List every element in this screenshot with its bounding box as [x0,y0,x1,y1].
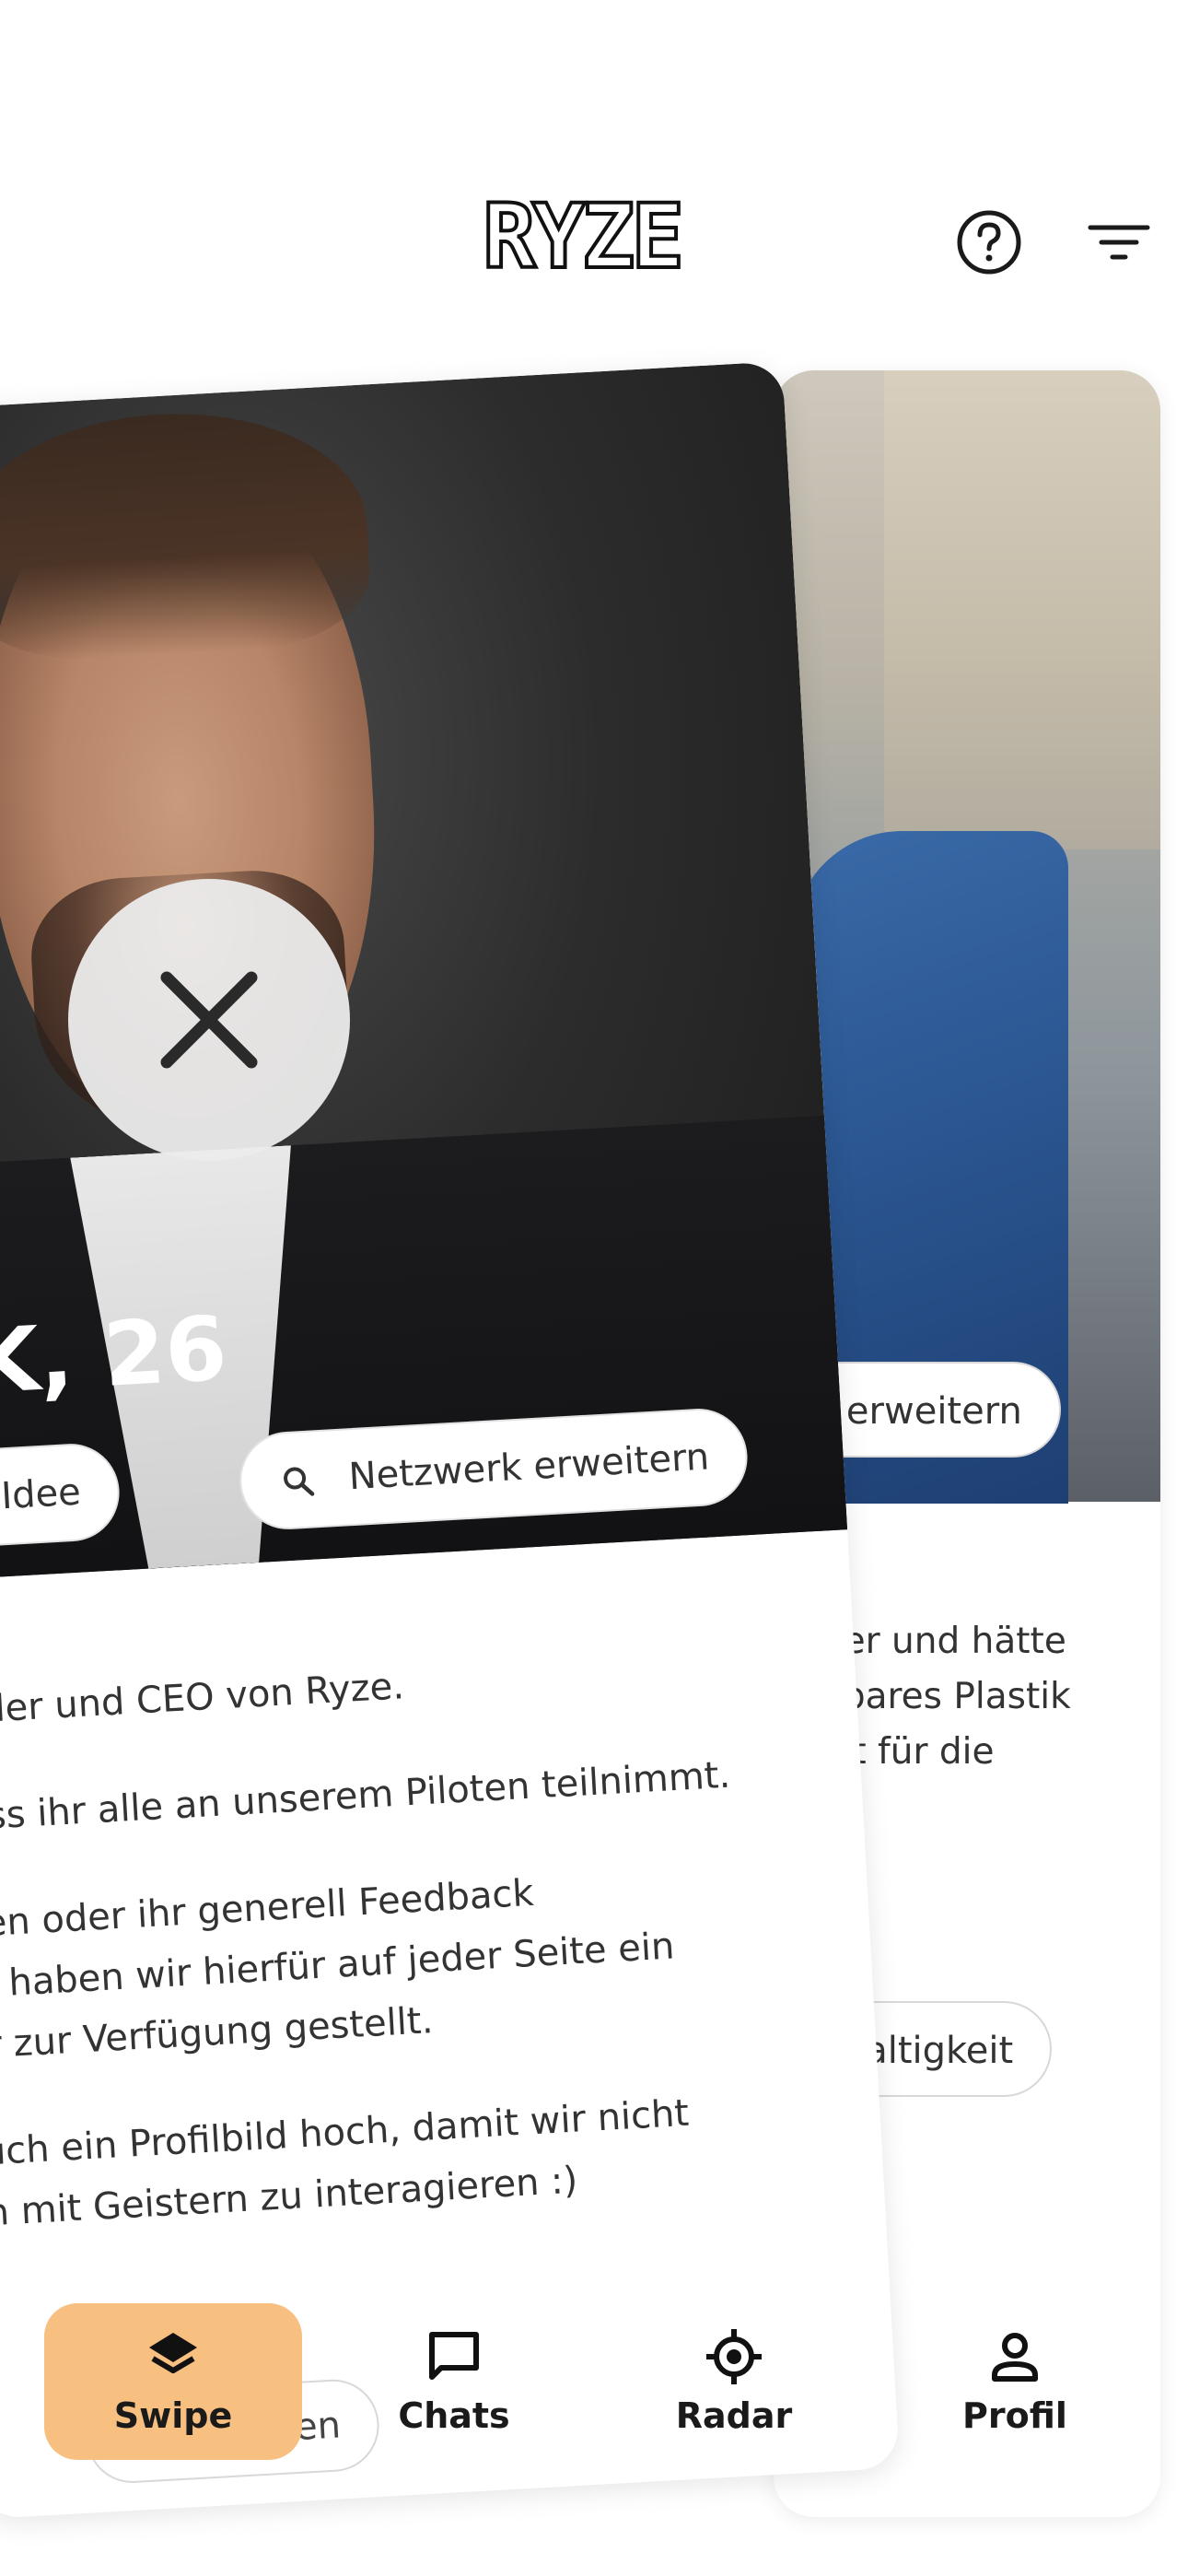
nav-item-radar[interactable]: Radar [605,2303,863,2460]
bio-line: euch ein Profilbild hoch, damit wir nich… [0,2091,691,2236]
person-icon [992,2333,1038,2382]
bottom-nav: Swipe Chats Radar Profil [0,2294,1188,2484]
nav-label: Swipe [113,2395,233,2436]
tag-label: Netzwerk erweitern [347,1435,711,1499]
bio-line: dass ihr alle an unserem Piloten teilnim… [0,1753,732,1841]
nav-label: Chats [398,2395,510,2436]
tag-label: ne Idee [0,1470,82,1521]
radar-icon [706,2329,762,2384]
app-header: RYZE [0,0,1188,313]
dislike-button[interactable] [68,879,350,1161]
nav-item-swipe[interactable]: Swipe [44,2303,302,2460]
bio-line: eten oder ihr generell Feedback llt, hab… [0,1871,676,2069]
search-icon [284,1467,315,1496]
layers-icon [149,2333,197,2373]
profile-card-front[interactable]: K, 26 ne Idee Netzwerk erweitern ünder u… [0,361,901,2520]
photo-background [884,370,1160,849]
ryze-logo: RYZE [481,191,704,283]
bio-line: ünder und CEO von Ryze. [0,1665,406,1734]
filter-button[interactable] [1083,207,1153,277]
profile-name-age: K, 26 [0,1296,230,1414]
help-button[interactable] [954,207,1024,277]
filter-icon [1088,225,1150,260]
logo-text: RYZE [481,185,686,288]
help-circle-icon [957,210,1021,275]
nav-label: Profil [962,2395,1067,2436]
nav-label: Radar [675,2395,793,2436]
bio-text: ünder und CEO von Ryze. dass ihr alle an… [0,1631,887,2291]
close-icon [160,971,258,1069]
chat-icon [429,2332,479,2380]
photo-hair [0,403,374,665]
nav-item-chats[interactable]: Chats [325,2303,583,2460]
nav-item-profil[interactable]: Profil [886,2303,1144,2460]
